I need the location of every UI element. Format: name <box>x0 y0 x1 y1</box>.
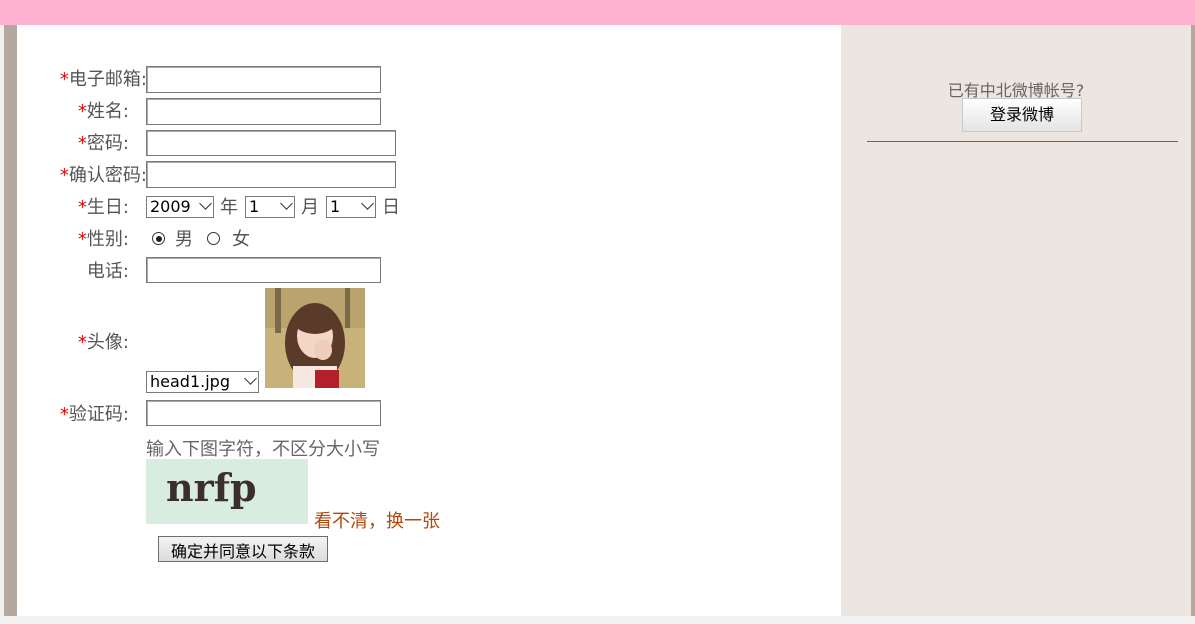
birthday-label-text: 生日 <box>86 197 123 218</box>
name-label-text: 姓名 <box>86 101 123 122</box>
phone-label-text: 电话 <box>86 261 123 282</box>
required-mark: * <box>59 165 69 186</box>
phone-label: 电话: <box>0 261 129 283</box>
captcha-label: *验证码: <box>0 404 129 426</box>
submit-button[interactable]: 确定并同意以下条款 <box>158 536 328 562</box>
month-value: 1 <box>249 197 260 216</box>
day-unit: 日 <box>382 197 400 218</box>
avatar-label: *头像: <box>0 332 129 354</box>
registration-form: *电子邮箱: *姓名: *密码: *确认密码: *生日: 2009 年 1 月 … <box>17 25 841 616</box>
day-select[interactable]: 1 <box>326 196 376 218</box>
colon: : <box>122 101 129 122</box>
gender-female-label: 女 <box>232 229 250 250</box>
avatar-image <box>265 288 365 388</box>
birthday-label: *生日: <box>0 197 129 219</box>
avatar-label-text: 头像 <box>86 332 123 353</box>
name-field[interactable] <box>146 98 381 125</box>
required-mark: * <box>77 229 87 250</box>
sidebar: 已有中北微博帐号? 登录微博 <box>841 25 1191 616</box>
required-mark: * <box>77 332 87 353</box>
password-field[interactable] <box>146 130 396 156</box>
confirm-password-field[interactable] <box>146 161 396 188</box>
right-frame-border <box>1191 25 1195 616</box>
required-mark: * <box>59 69 69 90</box>
top-banner <box>0 0 1195 25</box>
captcha-graphic: nrfp <box>146 459 308 524</box>
colon: : <box>122 197 129 218</box>
bottom-strip <box>0 616 1195 624</box>
password-label: *密码: <box>0 133 129 155</box>
name-label: *姓名: <box>0 101 129 123</box>
colon: : <box>122 404 129 425</box>
year-unit: 年 <box>220 197 238 218</box>
year-select[interactable]: 2009 <box>146 196 214 218</box>
confirm-password-label: *确认密码: <box>17 165 147 187</box>
year-value: 2009 <box>150 197 191 216</box>
email-label: *电子邮箱: <box>17 69 147 91</box>
confirm-label-text: 确认密码 <box>68 165 141 186</box>
password-label-text: 密码 <box>86 133 123 154</box>
email-label-text: 电子邮箱 <box>68 69 141 90</box>
gender-label-text: 性别 <box>86 229 123 250</box>
colon: : <box>122 229 129 250</box>
gender-male-label: 男 <box>175 229 193 250</box>
captcha-text: nrfp <box>166 465 257 510</box>
gender-male-radio[interactable] <box>152 232 165 245</box>
gender-label: *性别: <box>0 229 129 251</box>
colon: : <box>122 261 129 282</box>
required-mark: * <box>77 197 87 218</box>
required-mark: * <box>77 101 87 122</box>
day-value: 1 <box>330 197 341 216</box>
captcha-hint: 输入下图字符，不区分大小写 <box>146 439 380 460</box>
avatar-select[interactable]: head1.jpg <box>146 371 259 393</box>
avatar-file-value: head1.jpg <box>150 372 230 391</box>
chevron-down-icon <box>244 372 257 385</box>
chevron-down-icon <box>199 197 212 210</box>
sidebar-divider <box>867 141 1178 142</box>
phone-field[interactable] <box>146 257 381 283</box>
chevron-down-icon <box>280 197 293 210</box>
avatar-photo <box>265 288 365 388</box>
month-unit: 月 <box>301 197 319 218</box>
colon: : <box>122 133 129 154</box>
chevron-down-icon <box>361 197 374 210</box>
captcha-label-text: 验证码 <box>68 404 123 425</box>
colon: : <box>122 332 129 353</box>
required-mark: * <box>77 133 87 154</box>
month-select[interactable]: 1 <box>245 196 295 218</box>
required-mark: * <box>59 404 69 425</box>
login-weibo-button[interactable]: 登录微博 <box>962 98 1082 132</box>
captcha-refresh-link[interactable]: 看不清，换一张 <box>314 507 440 533</box>
email-field[interactable] <box>146 66 381 93</box>
gender-female-radio[interactable] <box>207 232 220 245</box>
captcha-image[interactable]: nrfp <box>146 459 308 524</box>
captcha-field[interactable] <box>146 400 381 426</box>
